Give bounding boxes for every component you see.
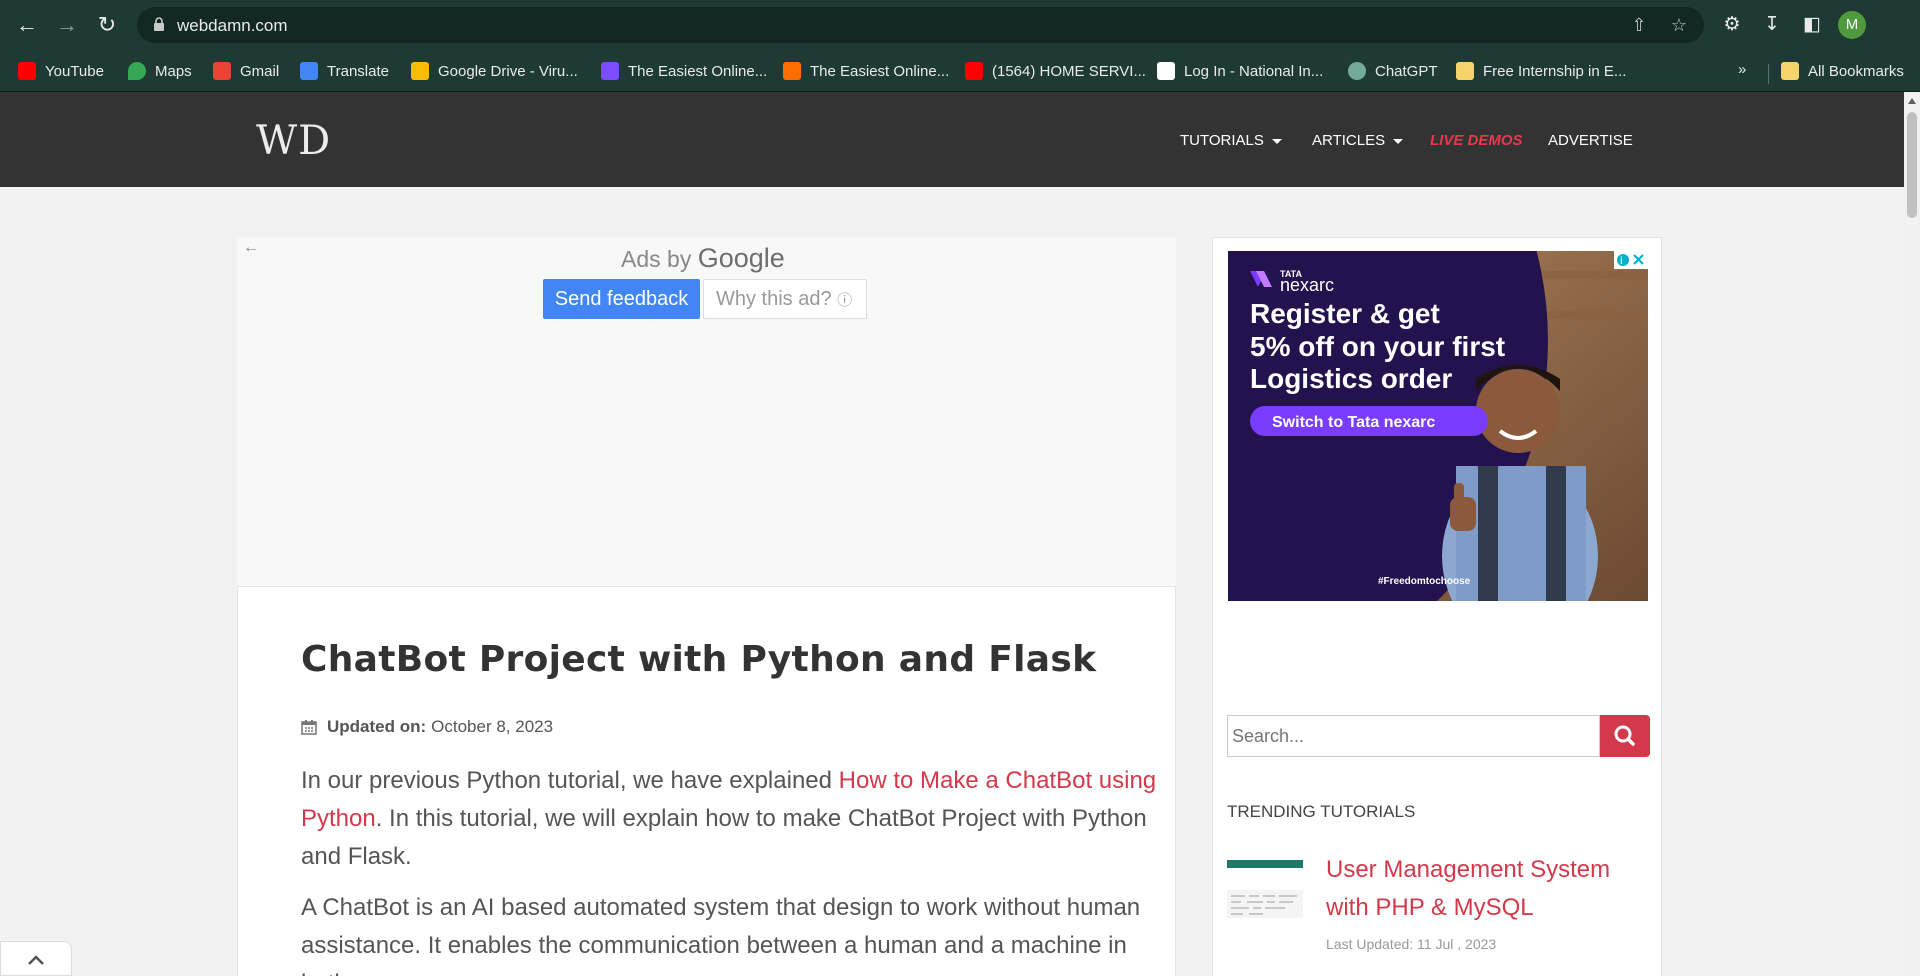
folder-doc-icon (1456, 62, 1474, 80)
bookmark-chatgpt[interactable]: ChatGPT (1348, 59, 1438, 83)
profile-avatar[interactable]: M (1838, 11, 1866, 39)
updated-date: Updated on: October 8, 2023 (301, 717, 553, 737)
bookmark-national[interactable]: Log In - National In... (1157, 59, 1323, 83)
ad-headline-line: Register & get (1250, 298, 1440, 329)
trending-item-title[interactable]: User Management System with PHP & MySQL (1326, 851, 1646, 927)
star-icon[interactable]: ☆ (1667, 13, 1691, 37)
page-scrollbar[interactable] (1904, 92, 1920, 976)
page-viewport: WD TUTORIALS ARTICLES LIVE DEMOS ADVERTI… (0, 92, 1904, 976)
browser-toolbar: ← → ↻ webdamn.com ⇧ ☆ ⚙ ↧ ◧ M (0, 0, 1920, 50)
site-logo[interactable]: WD (256, 118, 331, 164)
calendar-icon (301, 720, 317, 735)
ad-back-arrow-icon[interactable]: ← (243, 239, 259, 257)
side-panel-icon[interactable]: ◧ (1798, 11, 1826, 39)
send-feedback-button[interactable]: Send feedback (543, 279, 700, 319)
translate-icon (300, 62, 318, 80)
bookmark-maps[interactable]: Maps (128, 59, 192, 83)
article-card: ChatBot Project with Python and Flask Up… (237, 586, 1176, 976)
site-header: WD TUTORIALS ARTICLES LIVE DEMOS ADVERTI… (0, 92, 1904, 187)
trending-tutorials-heading: TRENDING TUTORIALS (1227, 802, 1416, 821)
ni-icon (1157, 62, 1175, 80)
search-icon (1614, 725, 1635, 746)
forward-arrow-icon[interactable]: → (53, 11, 81, 39)
why-this-ad-button[interactable]: Why this ad? ⓘ (703, 279, 867, 319)
chatgpt-icon (1348, 62, 1366, 80)
ad-cta: Switch to Tata nexarc (1272, 414, 1435, 431)
trending-thumbnail[interactable] (1227, 860, 1303, 924)
address-bar[interactable]: webdamn.com ⇧ ☆ (137, 7, 1704, 43)
article-paragraph: A ChatBot is an AI based automated syste… (301, 894, 1141, 976)
tata-nexarc-ad[interactable]: TATA nexarc Register & get 5% off on you… (1228, 251, 1648, 601)
svg-text:i: i (1620, 256, 1623, 267)
trending-item-date: Last Updated: 11 Jul , 2023 (1326, 936, 1497, 952)
menu-articles[interactable]: ARTICLES (1312, 132, 1404, 149)
ad-brand: nexarc (1280, 275, 1334, 295)
bookmark-easiest-online-2[interactable]: The Easiest Online... (783, 59, 949, 83)
drive-icon (411, 62, 429, 80)
bookmarks-bar: YouTube Maps Gmail Translate Google Driv… (0, 50, 1920, 92)
youtube-icon (18, 62, 36, 80)
bookmark-gmail[interactable]: Gmail (213, 59, 279, 83)
folder-icon (1781, 62, 1799, 80)
share-icon[interactable]: ⇧ (1627, 13, 1651, 37)
bookmark-google-drive[interactable]: Google Drive - Viru... (411, 59, 578, 83)
youtube-icon (965, 62, 983, 80)
info-icon: ⓘ (837, 292, 853, 309)
ad-hashtag: #Freedomtochoose (1378, 576, 1471, 587)
ad-headline-line: Logistics order (1250, 363, 1452, 394)
bookmarks-overflow[interactable]: » (1738, 61, 1746, 78)
menu-advertise[interactable]: ADVERTISE (1548, 132, 1633, 149)
search-input[interactable] (1227, 715, 1600, 757)
scroll-up-arrow-icon[interactable] (1908, 98, 1916, 104)
lock-icon (154, 17, 164, 31)
easiest-orange-icon (783, 62, 801, 80)
menu-live-demos[interactable]: LIVE DEMOS (1430, 132, 1523, 149)
bookmark-home-servi[interactable]: (1564) HOME SERVI... (965, 59, 1146, 83)
bookmark-free-internship[interactable]: Free Internship in E... (1456, 59, 1626, 83)
extensions-icon[interactable]: ⚙ (1718, 11, 1746, 39)
bookmark-youtube[interactable]: YouTube (18, 59, 104, 83)
search-button[interactable] (1600, 715, 1650, 757)
gmail-icon (213, 62, 231, 80)
ads-by-google: Ads by Google (621, 243, 785, 273)
back-arrow-icon[interactable]: ← (13, 11, 41, 39)
caret-down-icon (1271, 138, 1282, 144)
maps-icon (128, 62, 146, 80)
ad-banner-image: TATA nexarc Register & get 5% off on you… (1228, 251, 1648, 601)
reload-icon[interactable]: ↻ (93, 11, 121, 39)
easiest-icon (601, 62, 619, 80)
article-title: ChatBot Project with Python and Flask (301, 639, 1097, 680)
bookmark-translate[interactable]: Translate (300, 59, 389, 83)
scrollbar-thumb[interactable] (1907, 112, 1917, 218)
search-form (1227, 715, 1650, 757)
bookmarks-divider (1768, 64, 1769, 84)
chevron-up-icon (28, 955, 44, 965)
ad-headline-line: 5% off on your first (1250, 331, 1505, 362)
back-to-top-button[interactable] (0, 941, 72, 976)
caret-down-icon (1393, 138, 1404, 144)
bookmark-easiest-online-1[interactable]: The Easiest Online... (601, 59, 767, 83)
sidebar: TATA nexarc Register & get 5% off on you… (1212, 237, 1662, 976)
article-paragraph: In our previous Python tutorial, we have… (301, 767, 1157, 870)
url-text: webdamn.com (177, 16, 288, 35)
download-icon[interactable]: ↧ (1758, 11, 1786, 39)
menu-tutorials[interactable]: TUTORIALS (1180, 132, 1282, 149)
all-bookmarks[interactable]: All Bookmarks (1781, 59, 1904, 83)
